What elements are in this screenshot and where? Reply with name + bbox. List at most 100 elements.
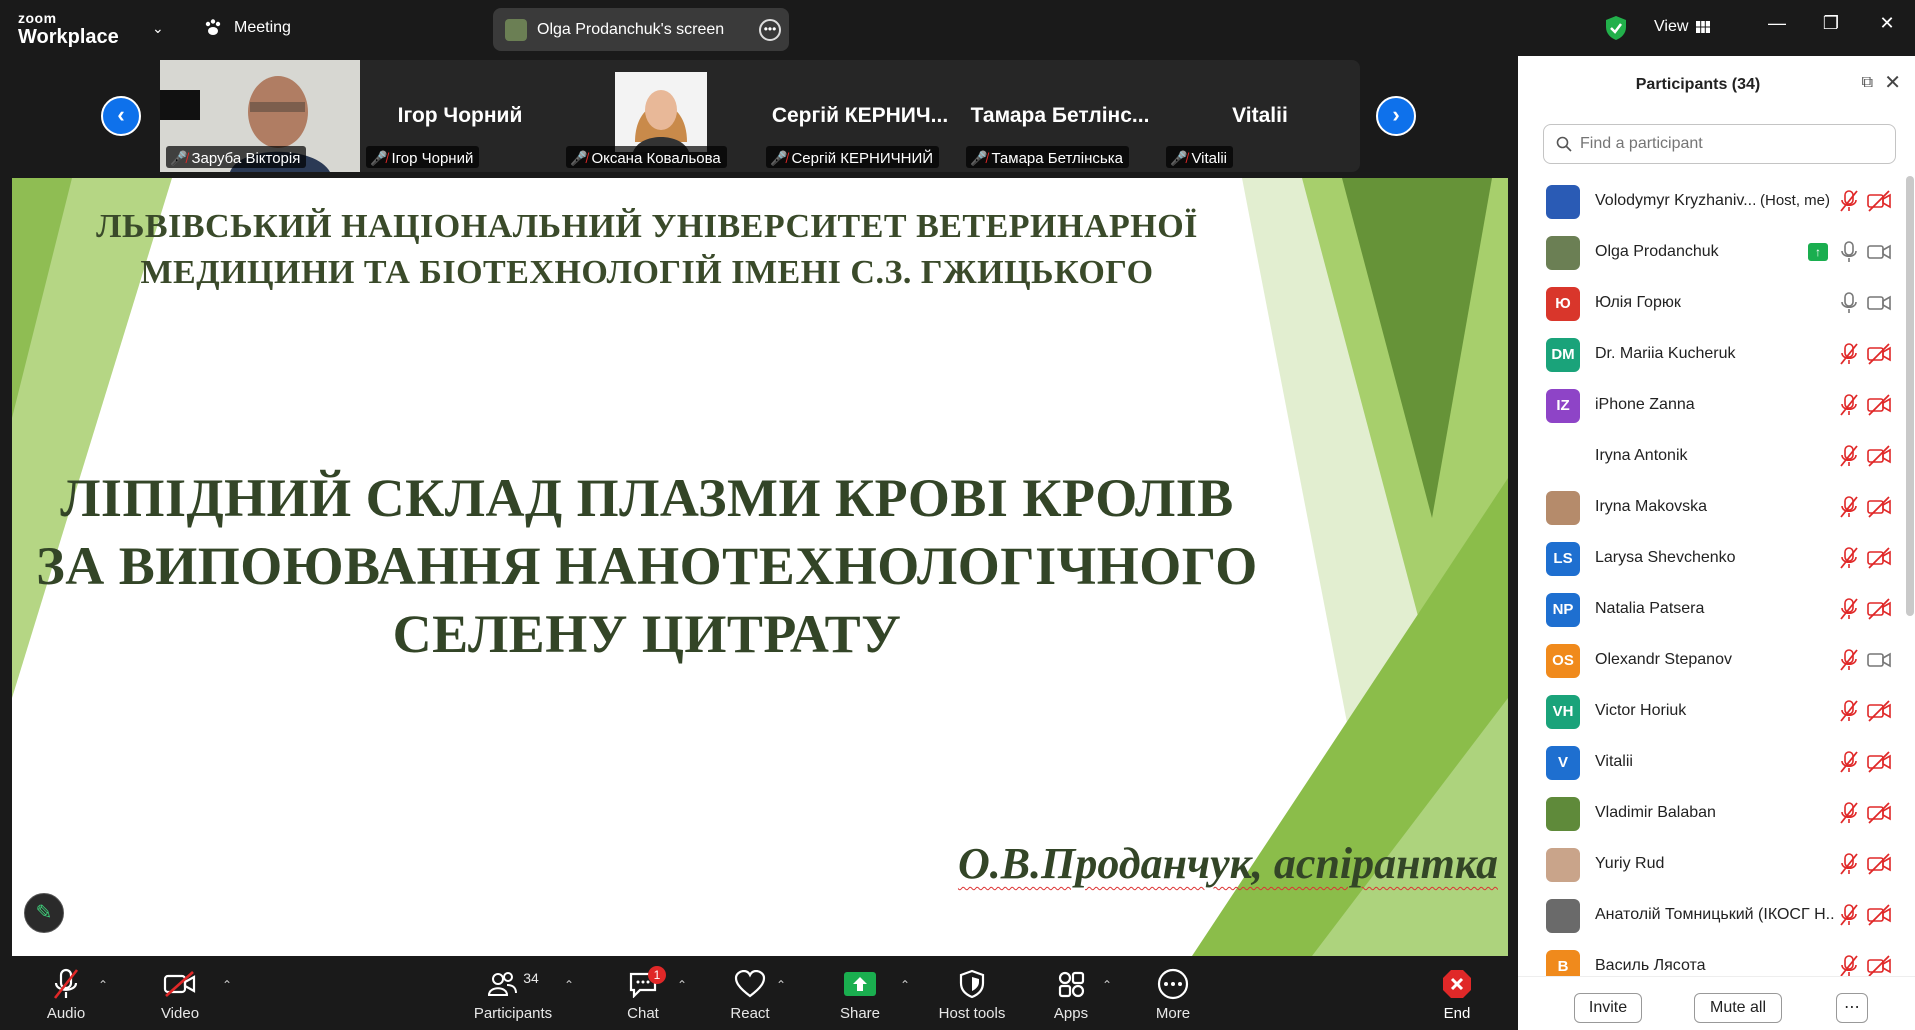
muted-mic-icon[interactable] bbox=[1838, 648, 1860, 672]
video-icon[interactable] bbox=[1866, 240, 1892, 264]
participant-row[interactable]: IZ iPhone Zanna bbox=[1518, 380, 1906, 431]
participant-label: 🎤̸ Оксана Ковальова bbox=[566, 146, 727, 168]
video-icon[interactable] bbox=[1866, 648, 1892, 672]
video-off-icon[interactable] bbox=[1866, 801, 1892, 825]
host-tools-button[interactable]: Host tools bbox=[932, 956, 1012, 1030]
chat-caret-icon[interactable]: ⌃ bbox=[677, 978, 687, 992]
muted-mic-icon[interactable] bbox=[1838, 495, 1860, 519]
close-icon[interactable]: ✕ bbox=[1872, 13, 1902, 34]
muted-mic-icon[interactable] bbox=[1838, 852, 1860, 876]
popout-icon[interactable]: ⧉ bbox=[1862, 74, 1873, 92]
participant-row[interactable]: Olga Prodanchuk ↑ bbox=[1518, 227, 1906, 278]
muted-mic-icon[interactable] bbox=[1838, 954, 1860, 978]
view-menu[interactable]: View bbox=[1654, 18, 1711, 36]
close-panel-icon[interactable]: ✕ bbox=[1884, 70, 1901, 95]
video-off-icon[interactable] bbox=[1866, 546, 1892, 570]
video-options-caret-icon[interactable]: ⌃ bbox=[222, 978, 232, 992]
participant-row[interactable]: Iryna Antonik bbox=[1518, 431, 1906, 482]
screen-share-pill[interactable]: Olga Prodanchuk's screen ••• bbox=[493, 8, 789, 51]
slide-title: ЛІПІДНИЙ СКЛАД ПЛАЗМИ КРОВІ КРОЛІВ ЗА ВИ… bbox=[12, 464, 1282, 668]
muted-mic-icon[interactable] bbox=[1838, 189, 1860, 213]
participant-row[interactable]: NP Natalia Patsera bbox=[1518, 584, 1906, 635]
meeting-menu[interactable]: Meeting bbox=[204, 19, 291, 37]
meeting-label: Meeting bbox=[234, 19, 291, 36]
participant-search[interactable] bbox=[1543, 124, 1896, 164]
video-tile[interactable]: 🎤̸ Заруба Вікторія bbox=[160, 60, 360, 172]
participant-list-scrollbar[interactable] bbox=[1906, 176, 1914, 616]
more-button[interactable]: More bbox=[1148, 956, 1198, 1030]
participant-row[interactable]: Iryna Makovska bbox=[1518, 482, 1906, 533]
end-meeting-button[interactable]: End bbox=[1432, 956, 1482, 1030]
muted-mic-icon[interactable] bbox=[1838, 801, 1860, 825]
muted-mic-icon[interactable] bbox=[1838, 750, 1860, 774]
mute-all-button[interactable]: Mute all bbox=[1694, 993, 1782, 1023]
participant-row[interactable]: VH Victor Horiuk bbox=[1518, 686, 1906, 737]
react-button[interactable]: React bbox=[722, 956, 778, 1030]
audio-options-caret-icon[interactable]: ⌃ bbox=[98, 978, 108, 992]
search-input[interactable] bbox=[1580, 135, 1880, 153]
muted-mic-icon[interactable] bbox=[1838, 597, 1860, 621]
video-off-icon[interactable] bbox=[1866, 597, 1892, 621]
video-icon[interactable] bbox=[1866, 291, 1892, 315]
avatar: Ю bbox=[1546, 287, 1580, 321]
participant-name: Iryna Makovska bbox=[1595, 498, 1708, 515]
more-options-icon[interactable]: ••• bbox=[759, 19, 781, 41]
video-off-icon[interactable] bbox=[1866, 189, 1892, 213]
video-off-icon[interactable] bbox=[1866, 495, 1892, 519]
muted-mic-icon: 🎤̸ bbox=[570, 149, 588, 166]
mic-icon[interactable] bbox=[1838, 291, 1860, 315]
video-off-icon[interactable] bbox=[1866, 393, 1892, 417]
video-tile[interactable]: 🎤̸ Оксана Ковальова bbox=[560, 60, 760, 172]
video-off-icon[interactable] bbox=[1866, 444, 1892, 468]
participant-row[interactable]: Ю Юлія Горюк bbox=[1518, 278, 1906, 329]
muted-mic-icon[interactable] bbox=[1838, 546, 1860, 570]
apps-button[interactable]: Apps bbox=[1046, 956, 1096, 1030]
view-label: View bbox=[1654, 18, 1689, 35]
participant-row[interactable]: OS Olexandr Stepanov bbox=[1518, 635, 1906, 686]
invite-button[interactable]: Invite bbox=[1574, 993, 1642, 1023]
video-tile[interactable]: Vitalii 🎤̸ Vitalii bbox=[1160, 60, 1360, 172]
gallery-prev-button[interactable]: ‹ bbox=[101, 96, 141, 136]
muted-mic-icon[interactable] bbox=[1838, 444, 1860, 468]
participant-label: 🎤̸ Сергій КЕРНИЧНИЙ bbox=[766, 146, 940, 168]
participants-caret-icon[interactable]: ⌃ bbox=[564, 978, 574, 992]
participant-row[interactable]: Анатолій Томницький (ІКОСГ Н... bbox=[1518, 890, 1906, 941]
video-off-icon[interactable] bbox=[1866, 903, 1892, 927]
restore-icon[interactable]: ❐ bbox=[1816, 13, 1846, 34]
muted-mic-icon[interactable] bbox=[1838, 393, 1860, 417]
video-off-icon[interactable] bbox=[1866, 750, 1892, 774]
muted-mic-icon[interactable] bbox=[1838, 699, 1860, 723]
minimize-icon[interactable]: — bbox=[1762, 13, 1792, 34]
video-tile[interactable]: Ігор Чорний 🎤̸ Ігор Чорний bbox=[360, 60, 560, 172]
video-off-icon[interactable] bbox=[1866, 699, 1892, 723]
video-off-icon[interactable] bbox=[1866, 342, 1892, 366]
participant-photo bbox=[615, 72, 707, 152]
mic-icon[interactable] bbox=[1838, 240, 1860, 264]
gallery-next-button[interactable]: › bbox=[1376, 96, 1416, 136]
chevron-down-icon[interactable]: ⌄ bbox=[152, 20, 164, 37]
video-button[interactable]: Video bbox=[152, 956, 208, 1030]
participant-row[interactable]: Yuriy Rud bbox=[1518, 839, 1906, 890]
video-off-icon[interactable] bbox=[1866, 852, 1892, 876]
share-button[interactable]: Share bbox=[832, 956, 888, 1030]
security-shield-icon[interactable] bbox=[1604, 15, 1628, 41]
participant-row[interactable]: DM Dr. Mariia Kucheruk bbox=[1518, 329, 1906, 380]
participants-button[interactable]: 34 Participants bbox=[458, 956, 568, 1030]
annotate-pencil-icon[interactable]: ✎ bbox=[24, 893, 64, 933]
react-caret-icon[interactable]: ⌃ bbox=[776, 978, 786, 992]
video-tile[interactable]: Тамара Бетлінс... 🎤̸ Тамара Бетлінська bbox=[960, 60, 1160, 172]
slide-title-line: СЕЛЕНУ ЦИТРАТУ bbox=[392, 604, 902, 664]
apps-caret-icon[interactable]: ⌃ bbox=[1102, 978, 1112, 992]
video-off-icon[interactable] bbox=[1866, 954, 1892, 978]
share-caret-icon[interactable]: ⌃ bbox=[900, 978, 910, 992]
participant-row[interactable]: Volodymyr Kryzhaniv... (Host, me) bbox=[1518, 176, 1906, 227]
muted-mic-icon[interactable] bbox=[1838, 903, 1860, 927]
muted-mic-icon[interactable] bbox=[1838, 342, 1860, 366]
video-tile[interactable]: Сергій КЕРНИЧ... 🎤̸ Сергій КЕРНИЧНИЙ bbox=[760, 60, 960, 172]
audio-button[interactable]: Audio bbox=[38, 956, 94, 1030]
participant-row[interactable]: Vladimir Balaban bbox=[1518, 788, 1906, 839]
end-icon bbox=[1443, 970, 1471, 998]
more-options-button[interactable]: ⋯ bbox=[1836, 993, 1868, 1023]
participant-row[interactable]: V Vitalii bbox=[1518, 737, 1906, 788]
participant-row[interactable]: LS Larysa Shevchenko bbox=[1518, 533, 1906, 584]
